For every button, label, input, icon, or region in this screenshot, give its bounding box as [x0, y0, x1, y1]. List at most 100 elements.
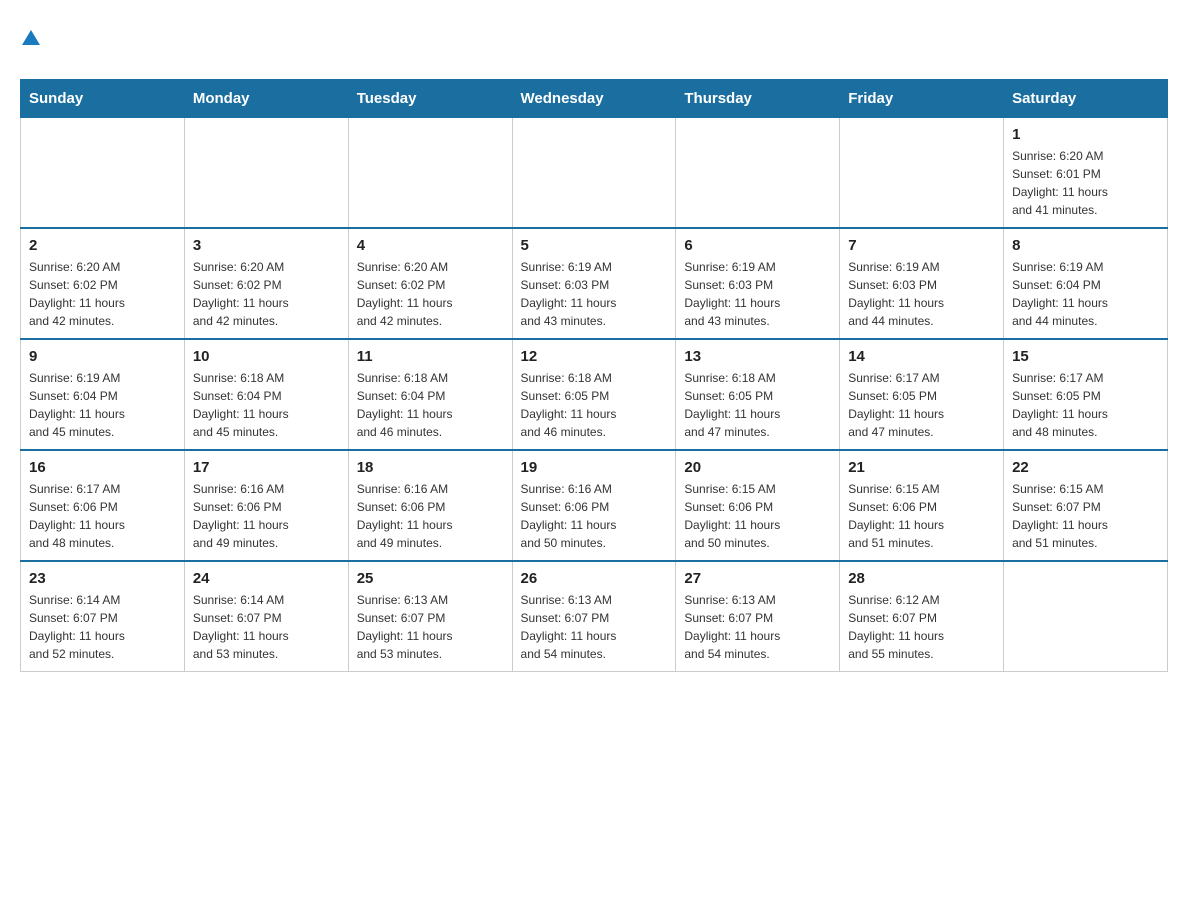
day-info: Sunrise: 6:18 AMSunset: 6:04 PMDaylight:…	[193, 369, 340, 441]
day-number: 25	[357, 570, 504, 587]
calendar-cell: 2 Sunrise: 6:20 AMSunset: 6:02 PMDaylight…	[21, 228, 185, 339]
calendar-week-row: 9 Sunrise: 6:19 AMSunset: 6:04 PMDaylight…	[21, 339, 1168, 450]
calendar-cell: 14 Sunrise: 6:17 AMSunset: 6:05 PMDayligh…	[840, 339, 1004, 450]
column-header-saturday: Saturday	[1004, 80, 1168, 118]
calendar-cell: 13Sunrise: 6:18 AMSunset: 6:05 PMDayligh…	[676, 339, 840, 450]
calendar-cell: 22 Sunrise: 6:15 AMSunset: 6:07 PMDayligh…	[1004, 450, 1168, 561]
day-info: Sunrise: 6:16 AMSunset: 6:06 PMDaylight:…	[521, 480, 668, 552]
day-info: Sunrise: 6:13 AMSunset: 6:07 PMDaylight:…	[684, 591, 831, 663]
calendar-table: SundayMondayTuesdayWednesdayThursdayFrid…	[20, 79, 1168, 672]
calendar-cell: 26Sunrise: 6:13 AMSunset: 6:07 PMDayligh…	[512, 561, 676, 672]
day-info: Sunrise: 6:19 AMSunset: 6:04 PMDaylight:…	[29, 369, 176, 441]
calendar-cell: 19 Sunrise: 6:16 AMSunset: 6:06 PMDayligh…	[512, 450, 676, 561]
day-number: 9	[29, 348, 176, 365]
logo-triangle-icon	[22, 30, 40, 45]
logo	[20, 20, 40, 69]
day-info: Sunrise: 6:15 AMSunset: 6:07 PMDaylight:…	[1012, 480, 1159, 552]
calendar-cell: 12 Sunrise: 6:18 AMSunset: 6:05 PMDayligh…	[512, 339, 676, 450]
day-number: 7	[848, 237, 995, 254]
calendar-week-row: 23 Sunrise: 6:14 AMSunset: 6:07 PMDayligh…	[21, 561, 1168, 672]
day-number: 1	[1012, 126, 1159, 143]
day-info: Sunrise: 6:18 AMSunset: 6:05 PMDaylight:…	[521, 369, 668, 441]
day-info: Sunrise: 6:18 AMSunset: 6:04 PMDaylight:…	[357, 369, 504, 441]
day-number: 28	[848, 570, 995, 587]
day-number: 10	[193, 348, 340, 365]
calendar-cell: 6Sunrise: 6:19 AMSunset: 6:03 PMDaylight…	[676, 228, 840, 339]
column-header-wednesday: Wednesday	[512, 80, 676, 118]
day-info: Sunrise: 6:19 AMSunset: 6:03 PMDaylight:…	[848, 258, 995, 330]
day-info: Sunrise: 6:16 AMSunset: 6:06 PMDaylight:…	[193, 480, 340, 552]
calendar-cell: 10 Sunrise: 6:18 AMSunset: 6:04 PMDayligh…	[184, 339, 348, 450]
calendar-cell: 24 Sunrise: 6:14 AMSunset: 6:07 PMDayligh…	[184, 561, 348, 672]
column-header-friday: Friday	[840, 80, 1004, 118]
column-header-thursday: Thursday	[676, 80, 840, 118]
calendar-cell: 8 Sunrise: 6:19 AMSunset: 6:04 PMDaylight…	[1004, 228, 1168, 339]
calendar-cell: 20 Sunrise: 6:15 AMSunset: 6:06 PMDayligh…	[676, 450, 840, 561]
calendar-cell	[348, 118, 512, 229]
calendar-cell: 17 Sunrise: 6:16 AMSunset: 6:06 PMDayligh…	[184, 450, 348, 561]
calendar-week-row: 1 Sunrise: 6:20 AMSunset: 6:01 PMDaylight…	[21, 118, 1168, 229]
day-number: 3	[193, 237, 340, 254]
day-number: 13	[684, 348, 831, 365]
calendar-cell	[21, 118, 185, 229]
day-number: 11	[357, 348, 504, 365]
calendar-cell: 7 Sunrise: 6:19 AMSunset: 6:03 PMDaylight…	[840, 228, 1004, 339]
day-number: 14	[848, 348, 995, 365]
calendar-cell: 18 Sunrise: 6:16 AMSunset: 6:06 PMDayligh…	[348, 450, 512, 561]
calendar-cell: 5 Sunrise: 6:19 AMSunset: 6:03 PMDaylight…	[512, 228, 676, 339]
day-number: 18	[357, 459, 504, 476]
calendar-cell: 3 Sunrise: 6:20 AMSunset: 6:02 PMDaylight…	[184, 228, 348, 339]
calendar-cell: 9 Sunrise: 6:19 AMSunset: 6:04 PMDaylight…	[21, 339, 185, 450]
day-info: Sunrise: 6:20 AMSunset: 6:01 PMDaylight:…	[1012, 147, 1159, 219]
day-number: 15	[1012, 348, 1159, 365]
day-number: 27	[684, 570, 831, 587]
day-number: 23	[29, 570, 176, 587]
calendar-week-row: 16Sunrise: 6:17 AMSunset: 6:06 PMDayligh…	[21, 450, 1168, 561]
day-info: Sunrise: 6:20 AMSunset: 6:02 PMDaylight:…	[357, 258, 504, 330]
page-header	[20, 20, 1168, 69]
day-info: Sunrise: 6:19 AMSunset: 6:04 PMDaylight:…	[1012, 258, 1159, 330]
day-number: 12	[521, 348, 668, 365]
day-info: Sunrise: 6:13 AMSunset: 6:07 PMDaylight:…	[521, 591, 668, 663]
day-number: 22	[1012, 459, 1159, 476]
day-info: Sunrise: 6:17 AMSunset: 6:06 PMDaylight:…	[29, 480, 176, 552]
calendar-cell: 28 Sunrise: 6:12 AMSunset: 6:07 PMDayligh…	[840, 561, 1004, 672]
calendar-week-row: 2 Sunrise: 6:20 AMSunset: 6:02 PMDaylight…	[21, 228, 1168, 339]
day-info: Sunrise: 6:12 AMSunset: 6:07 PMDaylight:…	[848, 591, 995, 663]
day-number: 19	[521, 459, 668, 476]
calendar-cell: 1 Sunrise: 6:20 AMSunset: 6:01 PMDaylight…	[1004, 118, 1168, 229]
calendar-cell: 27 Sunrise: 6:13 AMSunset: 6:07 PMDayligh…	[676, 561, 840, 672]
day-info: Sunrise: 6:15 AMSunset: 6:06 PMDaylight:…	[848, 480, 995, 552]
day-info: Sunrise: 6:16 AMSunset: 6:06 PMDaylight:…	[357, 480, 504, 552]
day-number: 6	[684, 237, 831, 254]
calendar-cell: 11 Sunrise: 6:18 AMSunset: 6:04 PMDayligh…	[348, 339, 512, 450]
day-info: Sunrise: 6:14 AMSunset: 6:07 PMDaylight:…	[29, 591, 176, 663]
calendar-header-row: SundayMondayTuesdayWednesdayThursdayFrid…	[21, 80, 1168, 118]
calendar-cell: 21 Sunrise: 6:15 AMSunset: 6:06 PMDayligh…	[840, 450, 1004, 561]
day-number: 17	[193, 459, 340, 476]
day-number: 5	[521, 237, 668, 254]
day-number: 20	[684, 459, 831, 476]
day-info: Sunrise: 6:17 AMSunset: 6:05 PMDaylight:…	[848, 369, 995, 441]
day-info: Sunrise: 6:20 AMSunset: 6:02 PMDaylight:…	[29, 258, 176, 330]
calendar-cell	[676, 118, 840, 229]
day-info: Sunrise: 6:19 AMSunset: 6:03 PMDaylight:…	[521, 258, 668, 330]
day-info: Sunrise: 6:17 AMSunset: 6:05 PMDaylight:…	[1012, 369, 1159, 441]
day-info: Sunrise: 6:13 AMSunset: 6:07 PMDaylight:…	[357, 591, 504, 663]
calendar-cell	[840, 118, 1004, 229]
day-number: 21	[848, 459, 995, 476]
column-header-sunday: Sunday	[21, 80, 185, 118]
day-info: Sunrise: 6:20 AMSunset: 6:02 PMDaylight:…	[193, 258, 340, 330]
calendar-cell	[512, 118, 676, 229]
day-number: 8	[1012, 237, 1159, 254]
day-number: 24	[193, 570, 340, 587]
day-info: Sunrise: 6:14 AMSunset: 6:07 PMDaylight:…	[193, 591, 340, 663]
column-header-tuesday: Tuesday	[348, 80, 512, 118]
day-number: 4	[357, 237, 504, 254]
calendar-cell	[1004, 561, 1168, 672]
calendar-cell: 23 Sunrise: 6:14 AMSunset: 6:07 PMDayligh…	[21, 561, 185, 672]
day-info: Sunrise: 6:15 AMSunset: 6:06 PMDaylight:…	[684, 480, 831, 552]
calendar-cell: 4 Sunrise: 6:20 AMSunset: 6:02 PMDaylight…	[348, 228, 512, 339]
day-number: 2	[29, 237, 176, 254]
calendar-cell: 15 Sunrise: 6:17 AMSunset: 6:05 PMDayligh…	[1004, 339, 1168, 450]
